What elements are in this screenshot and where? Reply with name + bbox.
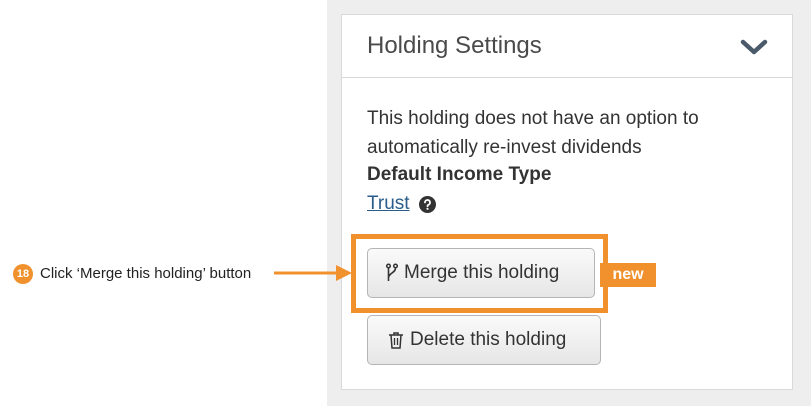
holding-settings-panel: Holding Settings This holding does not h… (341, 14, 793, 390)
income-type-label: Default Income Type (367, 164, 552, 185)
highlight-box (351, 234, 608, 313)
new-badge: new (600, 263, 656, 287)
chevron-down-icon[interactable] (740, 37, 768, 57)
arrow-right-icon (274, 265, 352, 281)
step-number-badge: 18 (13, 264, 33, 284)
trash-icon (389, 332, 403, 349)
step-instruction: Click ‘Merge this holding’ button (40, 265, 252, 282)
panel-header[interactable]: Holding Settings (342, 15, 792, 78)
question-circle-icon[interactable] (419, 196, 436, 213)
reinvest-description: This holding does not have an option to … (367, 108, 699, 158)
panel-title: Holding Settings (367, 32, 542, 59)
income-type-link[interactable]: Trust (367, 193, 410, 215)
delete-holding-button[interactable]: Delete this holding (367, 315, 601, 365)
delete-holding-label: Delete this holding (410, 329, 567, 350)
